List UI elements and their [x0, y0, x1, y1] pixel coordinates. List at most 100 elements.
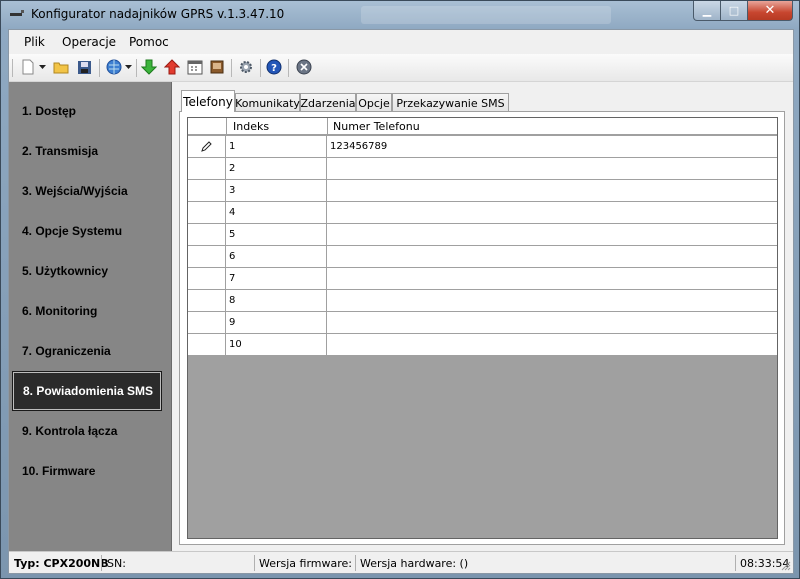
sidebar-item-label: 5. Użytkownicy: [22, 264, 109, 278]
pencil-icon: [200, 140, 212, 152]
cell-index[interactable]: 10: [226, 334, 327, 355]
cell-index[interactable]: 8: [226, 290, 327, 311]
cell-phone-number[interactable]: [327, 246, 777, 267]
new-icon[interactable]: [19, 58, 37, 76]
sidebar-item-label: 7. Ograniczenia: [22, 344, 111, 358]
sidebar-item-firmware[interactable]: 10. Firmware: [13, 452, 161, 490]
open-folder-icon[interactable]: [52, 58, 70, 76]
sidebar-item-transmisja[interactable]: 2. Transmisja: [13, 132, 161, 170]
download-arrow-icon[interactable]: [140, 58, 158, 76]
sidebar-item-powiadomienia-sms[interactable]: 8. Powiadomienia SMS: [12, 371, 162, 411]
sidebar-item-dostep[interactable]: 1. Dostęp: [13, 92, 161, 130]
globe-icon[interactable]: [105, 58, 123, 76]
row-header[interactable]: [188, 158, 226, 179]
sidebar-item-label: 2. Transmisja: [22, 144, 99, 158]
cell-index[interactable]: 6: [226, 246, 327, 267]
table-row[interactable]: 7: [188, 268, 777, 290]
row-header[interactable]: [188, 180, 226, 201]
tab-telefony[interactable]: Telefony: [181, 90, 235, 112]
save-icon[interactable]: [75, 58, 93, 76]
toolbar: ?: [9, 54, 793, 82]
cell-index[interactable]: 5: [226, 224, 327, 245]
row-header[interactable]: [188, 268, 226, 289]
cell-index[interactable]: 9: [226, 312, 327, 333]
table-row[interactable]: 9: [188, 312, 777, 334]
dropdown-arrow-icon[interactable]: [37, 58, 47, 76]
row-header[interactable]: [188, 224, 226, 245]
sidebar-item-wejscia-wyjscia[interactable]: 3. Wejścia/Wyjścia: [13, 172, 161, 210]
cell-phone-number[interactable]: [327, 180, 777, 201]
table-row[interactable]: 6: [188, 246, 777, 268]
app-window: Konfigurator nadajników GPRS v.1.3.47.10…: [0, 0, 800, 579]
menu-pomoc[interactable]: Pomoc: [129, 35, 169, 49]
cell-phone-number[interactable]: [327, 224, 777, 245]
resize-grip-icon[interactable]: [781, 561, 791, 571]
tab-opcje[interactable]: Opcje: [356, 93, 392, 112]
status-device-type: Typ: CPX200NB: [14, 557, 109, 570]
cell-phone-number[interactable]: [327, 312, 777, 333]
app-icon: [10, 10, 24, 16]
cell-phone-number[interactable]: [327, 158, 777, 179]
cell-index[interactable]: 1: [226, 136, 327, 157]
row-header[interactable]: [188, 312, 226, 333]
row-header[interactable]: [188, 136, 226, 157]
help-icon[interactable]: ?: [265, 58, 283, 76]
sidebar-item-kontrola-lacza[interactable]: 9. Kontrola łącza: [13, 412, 161, 450]
column-divider: [327, 118, 328, 135]
cell-index[interactable]: 7: [226, 268, 327, 289]
cell-phone-number[interactable]: [327, 268, 777, 289]
cell-phone-number[interactable]: [327, 202, 777, 223]
close-button[interactable]: ✕: [747, 1, 793, 21]
cell-phone-number[interactable]: [327, 334, 777, 355]
status-separator: [355, 555, 356, 571]
sidebar-item-label: 8. Powiadomienia SMS: [23, 384, 154, 398]
sidebar-item-ograniczenia[interactable]: 7. Ograniczenia: [13, 332, 161, 370]
table-row[interactable]: 2: [188, 158, 777, 180]
table-row[interactable]: 10: [188, 334, 777, 356]
row-header[interactable]: [188, 202, 226, 223]
cell-index[interactable]: 2: [226, 158, 327, 179]
table-row[interactable]: 1 123456789: [188, 136, 777, 158]
row-header[interactable]: [188, 334, 226, 355]
upload-arrow-icon[interactable]: [163, 58, 181, 76]
menu-operacje[interactable]: Operacje: [62, 35, 116, 49]
settings-icon[interactable]: [237, 58, 255, 76]
dropdown-arrow-icon[interactable]: [123, 58, 133, 76]
column-header-numer-telefonu[interactable]: Numer Telefonu: [333, 120, 420, 133]
sidebar-item-label: 10. Firmware: [22, 464, 96, 478]
title-reflection: [361, 6, 611, 24]
cell-phone-number[interactable]: 123456789: [327, 136, 777, 157]
title-bar[interactable]: Konfigurator nadajników GPRS v.1.3.47.10…: [1, 1, 799, 29]
minimize-button[interactable]: ▁: [693, 1, 721, 21]
cell-phone-number[interactable]: [327, 290, 777, 311]
book-icon[interactable]: [208, 58, 226, 76]
cell-index[interactable]: 3: [226, 180, 327, 201]
tab-zdarzenia[interactable]: Zdarzenia: [300, 93, 356, 112]
calendar-icon[interactable]: [186, 58, 204, 76]
sidebar-item-label: 3. Wejścia/Wyjścia: [22, 184, 128, 198]
table-row[interactable]: 5: [188, 224, 777, 246]
maximize-button[interactable]: □: [720, 1, 748, 21]
window-title: Konfigurator nadajników GPRS v.1.3.47.10: [31, 7, 285, 21]
table-row[interactable]: 4: [188, 202, 777, 224]
cell-index[interactable]: 4: [226, 202, 327, 223]
sidebar-item-uzytkownicy[interactable]: 5. Użytkownicy: [13, 252, 161, 290]
content-panel: Telefony Komunikaty Zdarzenia Opcje Prze…: [179, 90, 787, 546]
tab-przekazywanie-sms[interactable]: Przekazywanie SMS: [392, 93, 509, 112]
toolbar-separator: [231, 59, 232, 77]
maximize-icon: □: [728, 4, 740, 17]
status-hardware-version: Wersja hardware: (): [360, 557, 469, 570]
row-header[interactable]: [188, 290, 226, 311]
column-header-indeks[interactable]: Indeks: [233, 120, 269, 133]
tab-komunikaty[interactable]: Komunikaty: [235, 93, 300, 112]
table-row[interactable]: 8: [188, 290, 777, 312]
table-row[interactable]: 3: [188, 180, 777, 202]
toolbar-separator: [136, 59, 137, 77]
row-header[interactable]: [188, 246, 226, 267]
menu-plik[interactable]: Plik: [24, 35, 45, 49]
sidebar: 1. Dostęp 2. Transmisja 3. Wejścia/Wyjśc…: [9, 82, 172, 551]
sidebar-item-opcje-systemu[interactable]: 4. Opcje Systemu: [13, 212, 161, 250]
menu-bar: Plik Operacje Pomoc: [9, 30, 793, 54]
sidebar-item-monitoring[interactable]: 6. Monitoring: [13, 292, 161, 330]
disconnect-icon[interactable]: [295, 58, 313, 76]
